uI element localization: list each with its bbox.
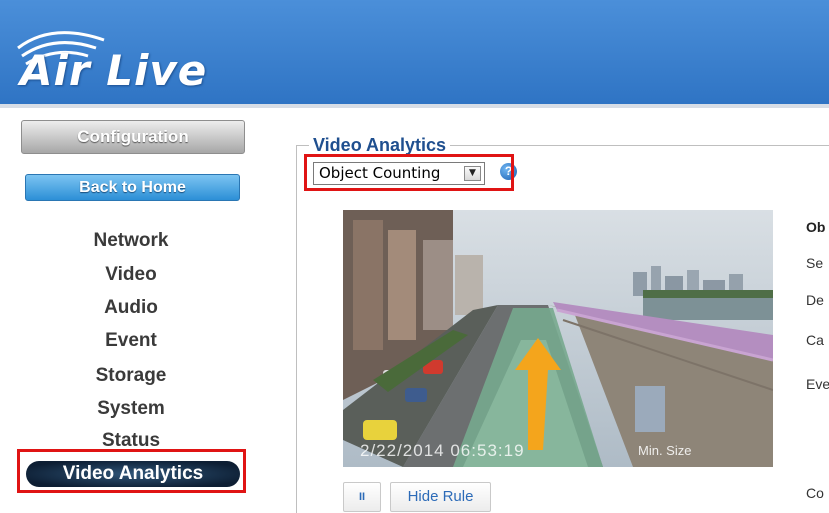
camera-scene-image [343,210,773,467]
pause-button[interactable]: II [343,482,381,512]
highlight-box-mode-select [304,154,514,191]
sidebar-item-storage[interactable]: Storage [0,365,262,387]
sidebar-item-network[interactable]: Network [0,230,262,252]
header-banner: Air Live [0,0,829,104]
hide-rule-button[interactable]: Hide Rule [390,482,491,512]
side-label-count: Co [806,485,824,501]
airlive-logo: Air Live [12,26,242,96]
sidebar-item-video[interactable]: Video [0,264,262,286]
back-to-home-button[interactable]: Back to Home [25,174,240,201]
min-size-label: Min. Size [638,443,692,458]
side-label-object: Ob [806,219,826,235]
side-label-event: Eve [806,376,829,392]
sidebar-item-system[interactable]: System [0,398,262,420]
sidebar-item-event[interactable]: Event [0,330,262,352]
side-label-sensitivity: Se [806,255,824,271]
sidebar-item-audio[interactable]: Audio [0,297,262,319]
video-timestamp-overlay: 2/22/2014 06:53:19 [360,441,525,460]
section-title: Video Analytics [309,135,451,156]
logo-text: Air Live [20,46,208,95]
camera-video-feed[interactable] [343,210,773,467]
configuration-button[interactable]: Configuration [21,120,245,154]
side-label-detection: De [806,292,824,308]
side-label-calibration: Ca [806,332,824,348]
highlight-box-video-analytics [17,449,246,493]
